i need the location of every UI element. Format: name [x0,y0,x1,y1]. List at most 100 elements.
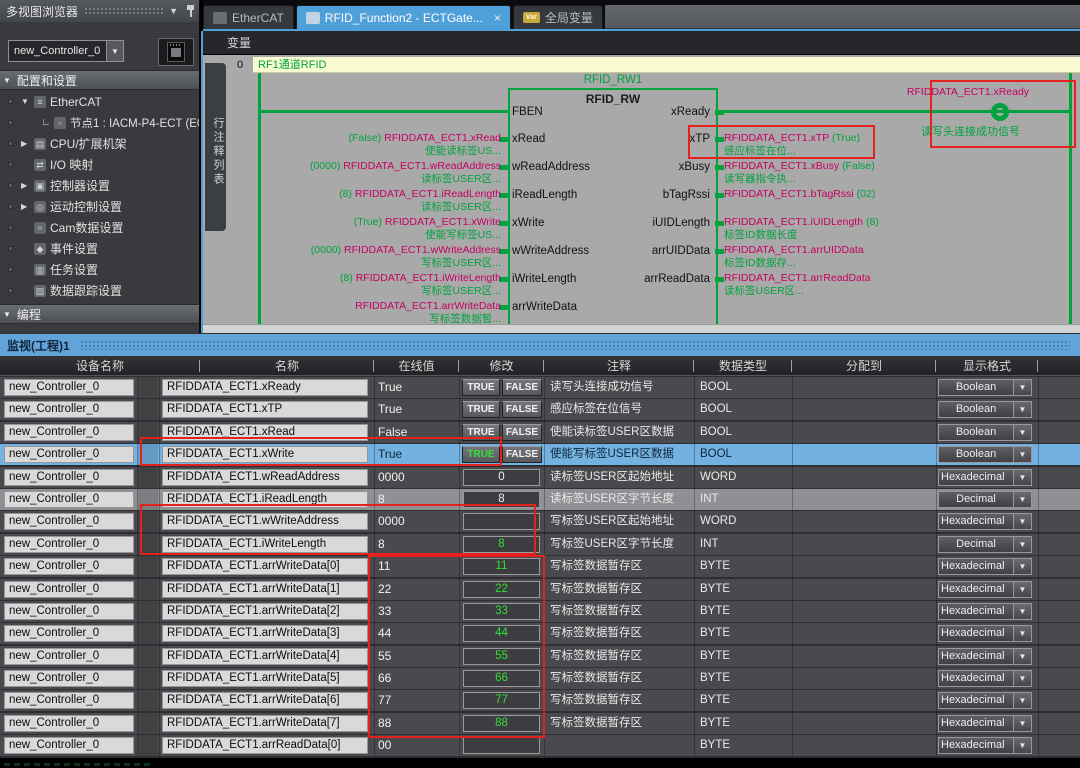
display-format-dropdown[interactable]: Hexadecimal ▼ [938,670,1032,687]
variable-name-cell[interactable]: RFIDDATA_ECT1.xTP [162,401,368,418]
variable-name-cell[interactable]: RFIDDATA_ECT1.arrWriteData[2] [162,603,368,620]
modify-value-input[interactable]: 0 [463,469,540,486]
fb-instance-name[interactable]: RFID_RW1 [508,74,718,86]
expand-arrow[interactable]: ▶ [21,139,27,148]
display-format-dropdown[interactable]: Hexadecimal ▼ [938,737,1032,754]
display-format-dropdown[interactable]: Decimal ▼ [938,491,1032,508]
tree-item-data-trace[interactable]: ▨ 数据跟踪设置 [0,280,199,301]
variable-name-cell[interactable]: RFIDDATA_ECT1.iReadLength [162,491,368,508]
modify-value-input[interactable]: 22 [463,581,540,598]
display-format-dropdown[interactable]: Hexadecimal ▼ [938,715,1032,732]
variable-name-cell[interactable]: RFIDDATA_ECT1.arrWriteData[5] [162,670,368,687]
input-annotation[interactable]: RFIDDATA_ECT1.arrWriteData写标签数据暂... [203,300,501,326]
device-name-cell[interactable]: new_Controller_0 [4,715,134,732]
row-selector[interactable] [138,467,158,488]
tree-item-task-settings[interactable]: ▥ 任务设置 [0,259,199,280]
modify-value-input[interactable] [463,513,540,530]
editor-tab[interactable]: Var 全局变量 [513,5,603,29]
modify-value-input[interactable]: 11 [463,558,540,575]
set-false-button[interactable]: FALSE [502,424,542,441]
row-selector[interactable] [138,713,158,734]
coil-variable[interactable]: RFIDDATA_ECT1.xReady [863,86,1073,98]
modify-value-input[interactable]: 77 [463,692,540,709]
modify-value-input[interactable] [463,737,540,754]
section-configuration[interactable]: ▼ 配置和设置 [0,70,199,90]
variable-name-cell[interactable]: RFIDDATA_ECT1.arrReadData[0] [162,737,368,754]
expand-arrow[interactable]: ▶ [21,181,27,190]
output-annotation[interactable]: RFIDDATA_ECT1.arrUIDData 标签ID数据存... [724,244,1074,270]
column-header[interactable]: 数据类型 [694,356,792,376]
section-programming[interactable]: ▼ 编程 [0,304,199,324]
device-name-cell[interactable]: new_Controller_0 [4,491,134,508]
set-false-button[interactable]: FALSE [502,401,542,418]
device-name-cell[interactable]: new_Controller_0 [4,648,134,665]
variable-name-cell[interactable]: RFIDDATA_ECT1.arrWriteData[4] [162,648,368,665]
device-name-cell[interactable]: new_Controller_0 [4,424,134,441]
tree-item-node[interactable]: ∟ ▫ 节点1 : IACM-P4-ECT (E00 [0,112,199,133]
variable-name-cell[interactable]: RFIDDATA_ECT1.arrWriteData[7] [162,715,368,732]
display-format-dropdown[interactable]: Boolean ▼ [938,379,1032,396]
set-true-button[interactable]: TRUE [462,446,500,463]
expand-arrow[interactable]: ▼ [21,97,29,106]
fbd-canvas[interactable]: 行注释列表 0 RF1通道RFID RFID_RW1 RFID_RW FBEN … [203,55,1080,333]
row-selector[interactable] [138,377,158,398]
row-selector[interactable] [138,399,158,420]
device-name-cell[interactable]: new_Controller_0 [4,558,134,575]
output-annotation[interactable]: RFIDDATA_ECT1.xBusy (False)读写器指令执... [724,160,1074,186]
display-format-dropdown[interactable]: Hexadecimal ▼ [938,581,1032,598]
display-format-dropdown[interactable]: Decimal ▼ [938,536,1032,553]
row-selector[interactable] [138,511,158,532]
chevron-down-icon[interactable]: ▼ [169,6,178,16]
device-name-cell[interactable]: new_Controller_0 [4,469,134,486]
variable-name-cell[interactable]: RFIDDATA_ECT1.arrWriteData[0] [162,558,368,575]
set-false-button[interactable]: FALSE [502,446,542,463]
variable-name-cell[interactable]: RFIDDATA_ECT1.xReady [162,379,368,396]
horizontal-scrollbar[interactable] [203,324,1080,333]
display-format-dropdown[interactable]: Boolean ▼ [938,446,1032,463]
tree-item-motion-control[interactable]: ▶ ◎ 运动控制设置 [0,196,199,217]
variable-name-cell[interactable]: RFIDDATA_ECT1.arrWriteData[1] [162,581,368,598]
tree-item-event-settings[interactable]: ◆ 事件设置 [0,238,199,259]
modify-value-input[interactable]: 8 [463,536,540,553]
modify-value-input[interactable]: 8 [463,491,540,508]
display-format-dropdown[interactable]: Hexadecimal ▼ [938,469,1032,486]
controller-select[interactable]: new_Controller_0 ▼ [8,40,124,62]
input-annotation[interactable]: (8) RFIDDATA_ECT1.iWriteLength写标签USER区..… [203,272,501,298]
input-annotation[interactable]: (True) RFIDDATA_ECT1.xWrite使能写标签US... [203,216,501,242]
variables-pane-header[interactable]: 变量 [203,31,1080,55]
row-selector[interactable] [138,690,158,711]
column-header[interactable]: 名称 [200,356,374,376]
output-annotation[interactable]: RFIDDATA_ECT1.iUIDLength (8)标签ID数据长度 [724,216,1074,242]
device-name-cell[interactable]: new_Controller_0 [4,581,134,598]
tree-item-cpu-rack[interactable]: ▶ ▤ CPU/扩展机架 [0,133,199,154]
column-header[interactable]: 修改 [459,356,544,376]
display-format-dropdown[interactable]: Hexadecimal ▼ [938,603,1032,620]
device-name-cell[interactable]: new_Controller_0 [4,692,134,709]
close-icon[interactable]: × [494,11,501,25]
rfid-rw-function-block[interactable] [508,88,718,333]
device-name-cell[interactable]: new_Controller_0 [4,379,134,396]
watch-title-bar[interactable]: 监视(工程)1 [0,334,1080,356]
rung-comment[interactable]: RF1通道RFID [253,57,1080,73]
column-header[interactable]: 显示格式 [936,356,1038,376]
column-header[interactable]: 注释 [544,356,694,376]
device-name-cell[interactable]: new_Controller_0 [4,446,134,463]
set-false-button[interactable]: FALSE [502,379,542,396]
pin-icon[interactable] [186,5,195,17]
variable-name-cell[interactable]: RFIDDATA_ECT1.arrWriteData[3] [162,625,368,642]
display-format-dropdown[interactable]: Hexadecimal ▼ [938,513,1032,530]
input-annotation[interactable]: (False) RFIDDATA_ECT1.xRead使能读标签US... [203,132,501,158]
device-name-cell[interactable]: new_Controller_0 [4,670,134,687]
device-name-cell[interactable]: new_Controller_0 [4,513,134,530]
row-selector[interactable] [138,579,158,600]
modify-value-input[interactable]: 88 [463,715,540,732]
modify-value-input[interactable]: 55 [463,648,540,665]
display-format-dropdown[interactable]: Hexadecimal ▼ [938,558,1032,575]
display-format-dropdown[interactable]: Hexadecimal ▼ [938,625,1032,642]
row-selector[interactable] [138,668,158,689]
input-annotation[interactable]: (0000) RFIDDATA_ECT1.wReadAddress读标签USER… [203,160,501,186]
device-name-cell[interactable]: new_Controller_0 [4,401,134,418]
row-selector[interactable] [138,489,158,510]
row-selector[interactable] [138,422,158,443]
variable-name-cell[interactable]: RFIDDATA_ECT1.wReadAddress [162,469,368,486]
